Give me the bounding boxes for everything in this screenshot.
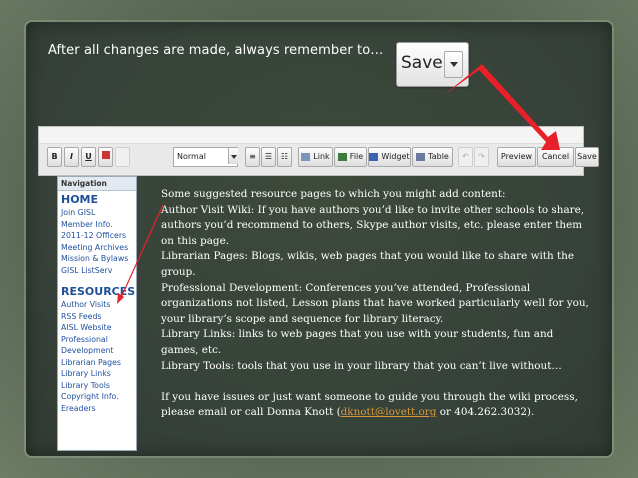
text-color-button[interactable] — [98, 147, 113, 167]
table-button[interactable]: Table — [412, 147, 453, 167]
navigation-sidebar: Navigation HOME Join GISL Member Info. 2… — [57, 176, 137, 451]
save-button[interactable]: Save — [575, 147, 599, 167]
table-icon — [416, 152, 426, 161]
nav-item-officers[interactable]: 2011-12 Officers — [58, 230, 136, 242]
big-save-label: Save — [401, 53, 443, 73]
link-icon — [301, 152, 311, 161]
nav-item-mission-bylaws[interactable]: Mission & Bylaws — [58, 253, 136, 265]
headline: After all changes are made, always remem… — [48, 43, 384, 58]
library-tools-text: Library Tools: tools that you use in you… — [161, 359, 562, 372]
format-select-chevron-icon[interactable] — [228, 148, 238, 164]
nav-item-meeting-archives[interactable]: Meeting Archives — [58, 242, 136, 254]
nav-resources[interactable]: RESOURCES — [58, 284, 136, 299]
nav-item-ereaders[interactable]: Ereaders — [58, 403, 136, 415]
editor-toolbar: B I U Normal ≡ ☰ ☷ Link File Widget Tabl… — [38, 126, 599, 176]
intro-text: Some suggested resource pages to which y… — [161, 188, 506, 200]
nav-gap — [58, 276, 136, 283]
underline-button[interactable]: U — [81, 147, 96, 167]
file-label: File — [349, 152, 364, 161]
nav-item-librarian-pages[interactable]: Librarian Pages — [58, 357, 136, 369]
highlight-button[interactable] — [115, 147, 130, 167]
big-save-button[interactable]: Save — [396, 42, 469, 87]
nav-home[interactable]: HOME — [58, 192, 136, 207]
chevron-down-icon[interactable] — [444, 51, 463, 78]
help-text-after: or 404.262.3032). — [436, 406, 535, 419]
navigation-title: Navigation — [58, 177, 136, 191]
nav-item-library-tools[interactable]: Library Tools — [58, 380, 136, 392]
toolbar-strip — [39, 127, 583, 144]
link-button[interactable]: Link — [298, 147, 333, 167]
file-button[interactable]: File — [334, 147, 367, 167]
file-icon — [337, 152, 347, 161]
nav-item-gisl-listserv[interactable]: GISL ListServ — [58, 265, 136, 277]
widget-button[interactable]: Widget — [368, 147, 411, 167]
email-link[interactable]: dknott@lovett.org — [341, 406, 437, 418]
librarian-pages-text: Librarian Pages: Blogs, wikis, web pages… — [161, 250, 574, 278]
nav-item-rss-feeds[interactable]: RSS Feeds — [58, 311, 136, 323]
nav-item-member-info[interactable]: Member Info. — [58, 219, 136, 231]
author-visit-text: Author Visit Wiki: If you have authors y… — [161, 203, 585, 247]
nav-item-development[interactable]: Development — [58, 345, 136, 357]
redo-icon[interactable]: ↷ — [474, 147, 489, 167]
widget-icon — [369, 152, 379, 161]
content-body: Some suggested resource pages to which y… — [161, 187, 591, 421]
undo-icon[interactable]: ↶ — [458, 147, 473, 167]
table-label: Table — [428, 152, 449, 161]
cancel-button[interactable]: Cancel — [537, 147, 574, 167]
nav-item-copyright-info[interactable]: Copyright Info. — [58, 391, 136, 403]
bulleted-list-icon[interactable]: ☰ — [261, 147, 276, 167]
nav-item-professional[interactable]: Professional — [58, 334, 136, 346]
link-label: Link — [313, 152, 330, 161]
widget-label: Widget — [381, 152, 410, 161]
help-text: If you have issues or just want someone … — [161, 390, 591, 421]
numbered-list-icon[interactable]: ☷ — [277, 147, 292, 167]
nav-item-aisl-website[interactable]: AISL Website — [58, 322, 136, 334]
nav-item-join-gisl[interactable]: Join GISL — [58, 207, 136, 219]
bold-button[interactable]: B — [47, 147, 62, 167]
nav-item-author-visits[interactable]: Author Visits — [58, 299, 136, 311]
nav-item-library-links[interactable]: Library Links — [58, 368, 136, 380]
preview-button[interactable]: Preview — [497, 147, 536, 167]
align-icon[interactable]: ≡ — [245, 147, 260, 167]
italic-button[interactable]: I — [64, 147, 79, 167]
professional-dev-text: Professional Development: Conferences yo… — [161, 281, 589, 325]
library-links-text: Library Links: links to web pages that y… — [161, 328, 554, 356]
